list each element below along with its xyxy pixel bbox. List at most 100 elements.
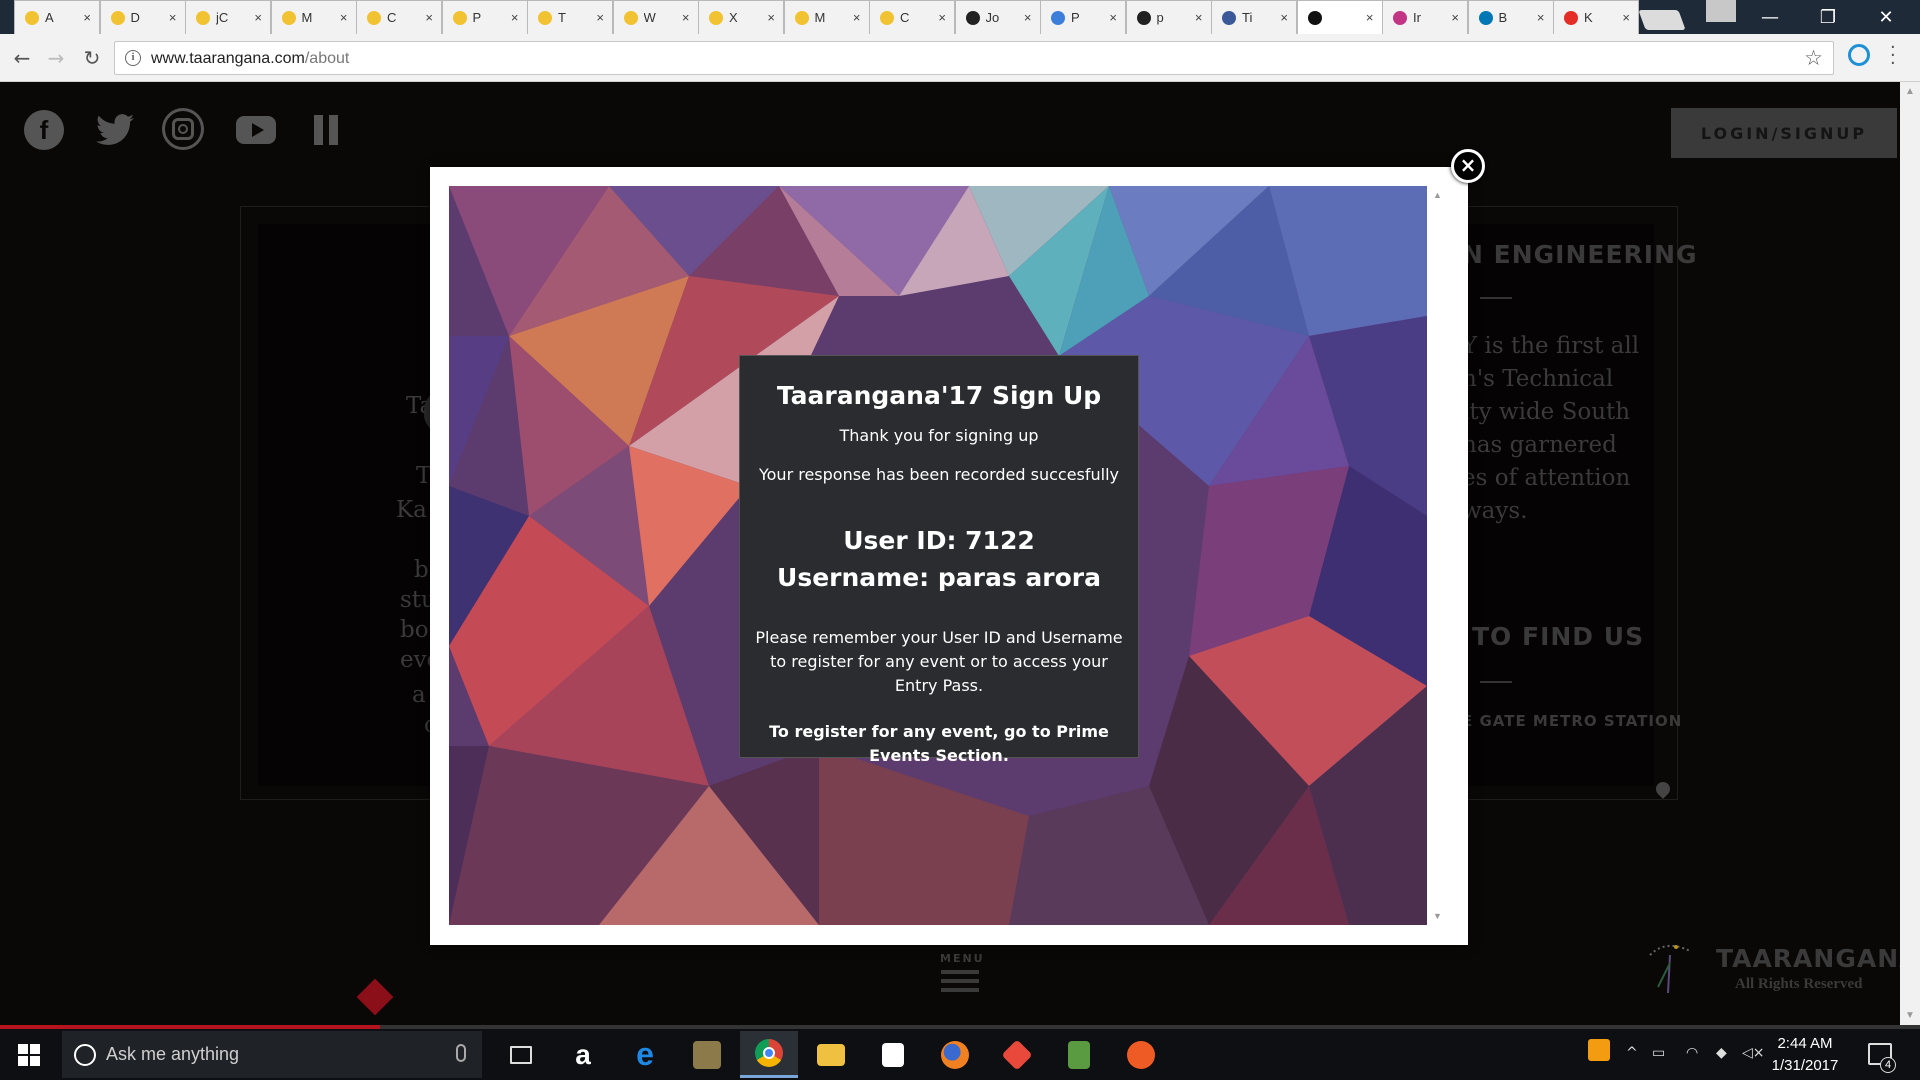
browser-tab[interactable]: × [1296,0,1383,35]
browser-tab[interactable]: Ti × [1211,0,1297,34]
tab-close-icon[interactable]: × [83,10,91,25]
tab-title: B [1498,10,1508,25]
dropbox-icon[interactable]: ◆ [1716,1045,1727,1061]
page-scrollbar[interactable]: ▲ ▼ [1900,82,1920,1025]
facebook-icon[interactable]: f [24,110,64,150]
browser-tab[interactable]: p × [1125,0,1212,34]
thanks-text: Thank you for signing up [839,426,1039,445]
browser-tab[interactable]: Ir × [1382,0,1468,34]
browser-tab[interactable]: P × [1040,0,1126,34]
browser-menu-icon[interactable]: · · · [1890,39,1896,73]
browser-tab[interactable]: K × [1553,0,1639,34]
tab-close-icon[interactable]: × [1109,10,1117,25]
file-explorer-taskbar-icon[interactable] [802,1031,860,1078]
tab-close-icon[interactable]: × [169,10,177,25]
task-view-icon[interactable] [492,1031,550,1078]
tab-close-icon[interactable]: × [596,10,604,25]
tab-close-icon[interactable]: × [1537,10,1545,25]
store-taskbar-icon[interactable] [864,1031,922,1078]
profile-button[interactable] [1706,0,1736,22]
signup-confirmation-card: Taarangana'17 Sign Up Thank you for sign… [739,355,1139,765]
edge-taskbar-icon[interactable]: e [616,1031,674,1078]
amazon-taskbar-icon[interactable]: a [554,1031,612,1078]
tab-close-icon[interactable]: × [938,10,946,25]
browser-tab[interactable]: A × [14,0,100,34]
browser-tab[interactable]: D × [99,0,186,34]
tab-title: Jo [985,10,1000,25]
chrome-circle-icon [794,10,809,25]
git-taskbar-icon[interactable] [988,1031,1046,1078]
youtube-icon [1564,10,1578,25]
postman-taskbar-icon[interactable] [1112,1031,1170,1078]
tab-close-icon[interactable]: × [1366,10,1374,25]
help-circle-icon [1051,10,1065,25]
notepad-taskbar-icon[interactable] [1050,1031,1108,1078]
tab-close-icon[interactable]: × [767,10,775,25]
background-text-fragment: Ka [396,497,427,523]
close-window-button[interactable]: ✕ [1858,0,1914,34]
new-tab-button[interactable] [1638,10,1686,30]
modal-close-button[interactable]: × [1451,149,1485,183]
browser-tab[interactable]: B × [1467,0,1554,34]
login-signup-button[interactable]: LOGIN/SIGNUP [1671,108,1897,158]
browser-tab[interactable]: W × [612,0,699,34]
browser-tab[interactable]: C × [356,0,442,34]
browser-tab[interactable]: jC × [185,0,271,34]
chrome-circle-icon [196,10,210,25]
extension-icon[interactable] [1848,44,1870,66]
back-button[interactable]: ← [10,46,34,70]
firefox-taskbar-icon[interactable] [926,1031,984,1078]
browser-tab[interactable]: X × [698,0,784,34]
show-hidden-icons-chevron[interactable]: ^ [1626,1045,1638,1061]
twitter-icon[interactable] [96,114,134,146]
browser-tab[interactable]: T × [527,0,613,34]
site-info-icon[interactable]: i [125,50,141,66]
system-clock[interactable]: 2:44 AM 1/31/2017 [1762,1033,1848,1077]
tab-close-icon[interactable]: × [1280,10,1288,25]
modal-scrollbar[interactable]: ▲ ▼ [1427,186,1448,925]
tab-close-icon[interactable]: × [1195,10,1203,25]
bookmark-star-icon[interactable]: ☆ [1804,46,1823,70]
tab-close-icon[interactable]: × [425,10,433,25]
sublime-taskbar-icon[interactable] [678,1031,736,1078]
tab-title: D [130,10,140,25]
cortana-search-box[interactable]: Ask me anything [62,1031,482,1078]
modal-title: Taarangana'17 Sign Up [776,381,1102,410]
tab-close-icon[interactable]: × [682,10,690,25]
browser-tab[interactable]: M × [783,0,870,34]
pause-icon[interactable] [312,114,340,146]
background-text-fragment: a [412,682,426,708]
windows-start-icon[interactable] [18,1044,40,1066]
menu-hamburger-icon[interactable] [941,970,979,997]
chrome-circle-icon [880,10,894,25]
browser-tab[interactable]: M × [270,0,357,34]
tab-close-icon[interactable]: × [511,10,519,25]
alert-tray-icon[interactable] [1588,1039,1610,1061]
browser-tab[interactable]: P × [441,0,528,34]
tab-close-icon[interactable]: × [1451,10,1459,25]
minimize-button[interactable]: — [1742,0,1798,34]
browser-tab[interactable]: C × [869,0,955,34]
reload-button[interactable]: ↻ [80,46,104,70]
tab-close-icon[interactable]: × [254,10,262,25]
chrome-circle-icon [623,10,638,25]
battery-icon[interactable]: ▭ [1652,1045,1665,1061]
browser-tab[interactable]: Jo × [954,0,1041,34]
forward-button[interactable]: → [44,46,68,70]
microphone-icon[interactable] [456,1044,466,1062]
tab-close-icon[interactable]: × [340,10,348,25]
tab-title: jC [216,10,229,25]
tab-close-icon[interactable]: × [1622,10,1630,25]
diamond-nav-icon[interactable] [356,978,394,1016]
restore-button[interactable]: ❐ [1800,0,1856,34]
youtube-icon[interactable] [236,116,276,144]
address-bar[interactable]: i www.taarangana.com/about ☆ [114,41,1834,75]
chrome-taskbar-icon[interactable] [740,1031,798,1078]
wifi-icon[interactable]: ◠ [1686,1045,1698,1061]
tab-close-icon[interactable]: × [1024,10,1032,25]
browser-tab-strip: A × D × jC × M × C × P × T × W × X × M × C × Jo × P × p × Ti × × Ir × B × K… [0,0,1920,35]
background-text-fragment: b [414,557,429,583]
tab-close-icon[interactable]: × [853,10,861,25]
instagram-icon[interactable] [162,108,204,150]
url-text[interactable]: www.taarangana.com/about [151,50,349,68]
